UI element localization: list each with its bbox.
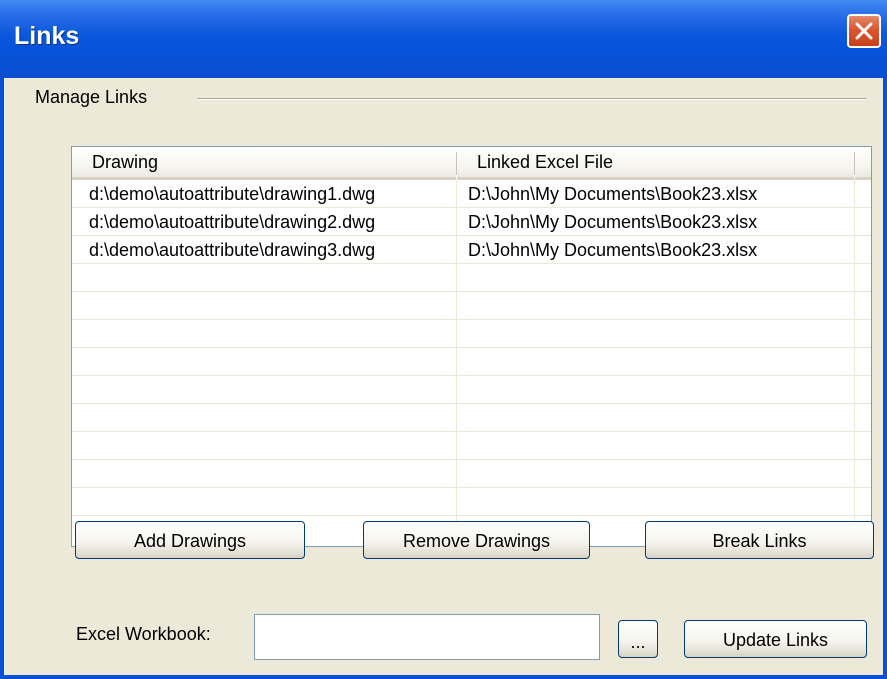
add-drawings-button[interactable]: Add Drawings <box>75 521 305 559</box>
empty-table-row <box>72 488 871 516</box>
empty-table-row <box>72 348 871 376</box>
excel-workbook-input[interactable] <box>254 614 600 660</box>
window-title: Links <box>14 22 80 50</box>
empty-table-row <box>72 264 871 292</box>
empty-table-row <box>72 292 871 320</box>
group-divider <box>197 98 866 100</box>
table-row[interactable]: d:\demo\autoattribute\drawing3.dwg D:\Jo… <box>72 236 871 264</box>
empty-table-row <box>72 376 871 404</box>
remove-drawings-button[interactable]: Remove Drawings <box>363 521 590 559</box>
links-table[interactable]: Drawing Linked Excel File d:\demo\autoat… <box>71 146 872 547</box>
close-button[interactable] <box>847 14 881 48</box>
links-dialog: Links Manage Links Drawing Linked Excel … <box>0 0 887 679</box>
close-icon <box>855 22 873 40</box>
update-links-button[interactable]: Update Links <box>684 620 867 658</box>
drawing-cell: d:\demo\autoattribute\drawing3.dwg <box>89 240 376 260</box>
empty-table-row <box>72 432 871 460</box>
drawing-cell: d:\demo\autoattribute\drawing1.dwg <box>89 184 376 204</box>
linked-file-cell: D:\John\My Documents\Book23.xlsx <box>468 240 758 260</box>
table-row[interactable]: d:\demo\autoattribute\drawing2.dwg D:\Jo… <box>72 208 871 236</box>
dialog-body: Manage Links Drawing Linked Excel File d… <box>4 78 883 675</box>
drawing-cell: d:\demo\autoattribute\drawing2.dwg <box>89 212 376 232</box>
column-header-filler <box>855 147 871 180</box>
excel-workbook-label: Excel Workbook: <box>76 624 211 644</box>
table-row[interactable]: d:\demo\autoattribute\drawing1.dwg D:\Jo… <box>72 180 871 208</box>
column-header-drawing[interactable]: Drawing <box>72 147 456 180</box>
empty-table-row <box>72 460 871 488</box>
manage-links-group-label: Manage Links <box>35 87 148 107</box>
table-header: Drawing Linked Excel File <box>72 147 871 180</box>
browse-button[interactable]: ... <box>618 620 658 658</box>
column-header-linked-excel-file[interactable]: Linked Excel File <box>457 147 854 180</box>
empty-table-row <box>72 404 871 432</box>
title-bar[interactable]: Links <box>0 0 887 78</box>
linked-file-cell: D:\John\My Documents\Book23.xlsx <box>468 212 758 232</box>
linked-file-cell: D:\John\My Documents\Book23.xlsx <box>468 184 758 204</box>
break-links-button[interactable]: Break Links <box>645 521 874 559</box>
table-body: d:\demo\autoattribute\drawing1.dwg D:\Jo… <box>72 180 871 516</box>
empty-table-row <box>72 320 871 348</box>
